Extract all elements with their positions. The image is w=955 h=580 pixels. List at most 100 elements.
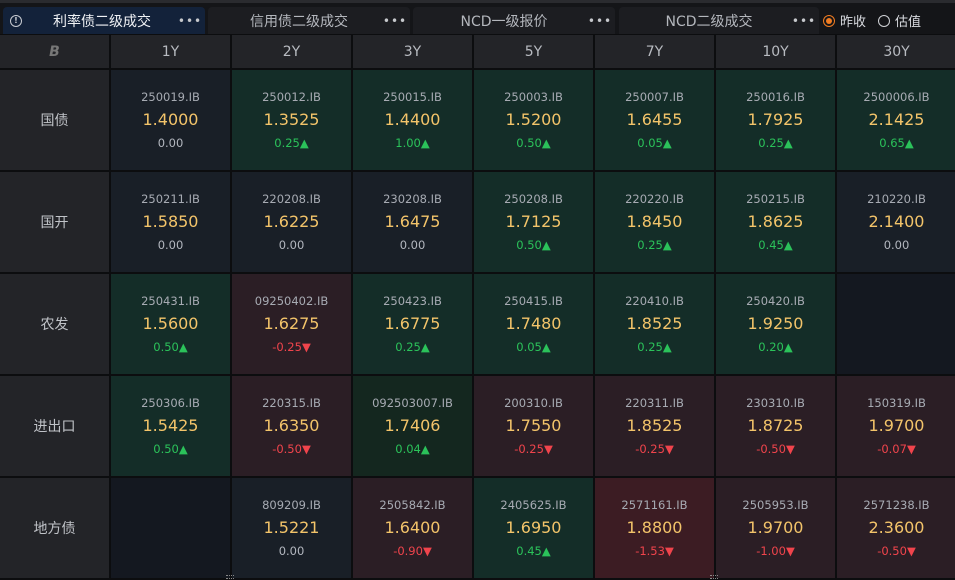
bond-code: 250007.IB <box>625 90 684 104</box>
more-icon[interactable]: ••• <box>789 14 819 28</box>
yield-change: -0.50▼ <box>756 442 795 456</box>
bond-cell[interactable]: 250420.IB 1.9250 0.20▲ <box>716 274 835 374</box>
resize-handle[interactable] <box>710 575 718 579</box>
column-header-3y[interactable]: 3Y <box>353 35 472 68</box>
bond-code: 220410.IB <box>625 294 684 308</box>
bond-code: 230208.IB <box>383 192 442 206</box>
tab-label: NCD一级报价 <box>460 13 548 30</box>
more-icon[interactable]: ••• <box>380 14 410 28</box>
more-icon[interactable]: ••• <box>585 14 615 28</box>
bond-cell[interactable]: 220220.IB 1.8450 0.25▲ <box>595 172 714 272</box>
bond-cell[interactable]: 809209.IB 1.5221 0.00 <box>232 478 351 578</box>
bond-yield: 1.6775 <box>384 314 441 333</box>
bond-yield: 1.6475 <box>384 212 441 231</box>
radio-prev-close[interactable]: 昨收 <box>823 11 866 30</box>
yield-change: 0.00 <box>399 238 426 252</box>
bond-yield: 1.4000 <box>142 110 199 129</box>
yield-change: -0.25▼ <box>272 340 311 354</box>
tab-credit-bond-secondary[interactable]: 信用债二级成交 ••• <box>208 7 410 34</box>
bond-code: 2505842.IB <box>379 498 446 512</box>
bond-cell[interactable]: 220208.IB 1.6225 0.00 <box>232 172 351 272</box>
radio-unchecked-icon <box>878 14 891 27</box>
bond-cell[interactable]: 250007.IB 1.6455 0.05▲ <box>595 70 714 170</box>
radio-valuation[interactable]: 估值 <box>878 11 921 30</box>
logo-icon: B <box>49 43 60 60</box>
bond-yield: 1.6455 <box>626 110 683 129</box>
bond-cell[interactable]: 250415.IB 1.7480 0.05▲ <box>474 274 593 374</box>
column-header-1y[interactable]: 1Y <box>111 35 230 68</box>
bond-cell[interactable]: 220315.IB 1.6350 -0.50▼ <box>232 376 351 476</box>
bond-cell[interactable]: 150319.IB 1.9700 -0.07▼ <box>837 376 955 476</box>
bond-yield: 1.6225 <box>263 212 320 231</box>
tab-rate-bond-secondary[interactable]: ! 利率债二级成交 ••• <box>3 7 205 34</box>
bond-code: 150319.IB <box>867 396 926 410</box>
bond-code: 250431.IB <box>141 294 200 308</box>
bond-code: 250211.IB <box>141 192 200 206</box>
bond-yield: 1.7925 <box>747 110 804 129</box>
tab-label: NCD二级成交 <box>665 13 753 30</box>
bond-cell[interactable]: 210220.IB 2.1400 0.00 <box>837 172 955 272</box>
column-header-10y[interactable]: 10Y <box>716 35 835 68</box>
bond-yield: 1.4400 <box>384 110 441 129</box>
bond-code: 230310.IB <box>746 396 805 410</box>
radio-checked-icon <box>823 14 835 27</box>
bond-cell[interactable]: 250211.IB 1.5850 0.00 <box>111 172 230 272</box>
resize-handle[interactable] <box>226 575 234 579</box>
bond-yield: 1.8725 <box>747 416 804 435</box>
bond-cell[interactable]: 2505842.IB 1.6400 -0.90▼ <box>353 478 472 578</box>
bond-cell[interactable]: 250423.IB 1.6775 0.25▲ <box>353 274 472 374</box>
bond-cell[interactable]: 250306.IB 1.5425 0.50▲ <box>111 376 230 476</box>
bond-yield: 1.6400 <box>384 518 441 537</box>
empty-cell <box>837 274 955 374</box>
bond-code: 250423.IB <box>383 294 442 308</box>
bond-cell[interactable]: 250015.IB 1.4400 1.00▲ <box>353 70 472 170</box>
row-label: 农发 <box>0 274 109 374</box>
info-icon[interactable]: ! <box>3 7 29 34</box>
column-header-2y[interactable]: 2Y <box>232 35 351 68</box>
bond-cell[interactable]: 2405625.IB 1.6950 0.45▲ <box>474 478 593 578</box>
bond-yield: 1.5425 <box>142 416 199 435</box>
bond-cell[interactable]: 250215.IB 1.8625 0.45▲ <box>716 172 835 272</box>
more-icon[interactable]: ••• <box>175 14 205 28</box>
yield-change: -0.25▼ <box>635 442 674 456</box>
bond-cell[interactable]: 250016.IB 1.7925 0.25▲ <box>716 70 835 170</box>
yield-change: -0.50▼ <box>877 544 916 558</box>
yield-change: 0.05▲ <box>516 340 551 354</box>
yield-change: 0.25▲ <box>637 238 672 252</box>
bond-cell[interactable]: 250019.IB 1.4000 0.00 <box>111 70 230 170</box>
column-header-30y[interactable]: 30Y <box>837 35 955 68</box>
yield-change: -0.90▼ <box>393 544 432 558</box>
bond-cell[interactable]: 250012.IB 1.3525 0.25▲ <box>232 70 351 170</box>
corner-logo: B <box>0 35 109 68</box>
bond-cell[interactable]: 200310.IB 1.7550 -0.25▼ <box>474 376 593 476</box>
yield-change: 0.65▲ <box>879 136 914 150</box>
tab-ncd-primary[interactable]: NCD一级报价 ••• <box>413 7 615 34</box>
bond-code: 250415.IB <box>504 294 563 308</box>
row-label: 地方债 <box>0 478 109 578</box>
bond-cell[interactable]: 09250402.IB 1.6275 -0.25▼ <box>232 274 351 374</box>
column-header-7y[interactable]: 7Y <box>595 35 714 68</box>
bond-cell[interactable]: 2571238.IB 2.3600 -0.50▼ <box>837 478 955 578</box>
bond-cell[interactable]: 092503007.IB 1.7406 0.04▲ <box>353 376 472 476</box>
bond-cell[interactable]: 250003.IB 1.5200 0.50▲ <box>474 70 593 170</box>
bond-cell[interactable]: 2571161.IB 1.8800 -1.53▼ <box>595 478 714 578</box>
bond-cell[interactable]: 250431.IB 1.5600 0.50▲ <box>111 274 230 374</box>
bond-code: 250208.IB <box>504 192 563 206</box>
bond-cell[interactable]: 220311.IB 1.8525 -0.25▼ <box>595 376 714 476</box>
yield-change: 0.45▲ <box>758 238 793 252</box>
column-header-5y[interactable]: 5Y <box>474 35 593 68</box>
bond-cell[interactable]: 2505953.IB 1.9700 -1.00▼ <box>716 478 835 578</box>
bond-code: 09250402.IB <box>254 294 329 308</box>
bond-yield: 1.9700 <box>868 416 925 435</box>
bond-yield: 1.5850 <box>142 212 199 231</box>
bond-code: 210220.IB <box>867 192 926 206</box>
bond-cell[interactable]: 230310.IB 1.8725 -0.50▼ <box>716 376 835 476</box>
bond-cell[interactable]: 220410.IB 1.8525 0.25▲ <box>595 274 714 374</box>
bond-cell[interactable]: 250208.IB 1.7125 0.50▲ <box>474 172 593 272</box>
bond-cell[interactable]: 230208.IB 1.6475 0.00 <box>353 172 472 272</box>
yield-change: -0.07▼ <box>877 442 916 456</box>
bond-code: 220208.IB <box>262 192 321 206</box>
tab-ncd-secondary[interactable]: NCD二级成交 ••• <box>619 7 819 34</box>
bond-cell[interactable]: 2500006.IB 2.1425 0.65▲ <box>837 70 955 170</box>
bond-code: 2500006.IB <box>863 90 930 104</box>
